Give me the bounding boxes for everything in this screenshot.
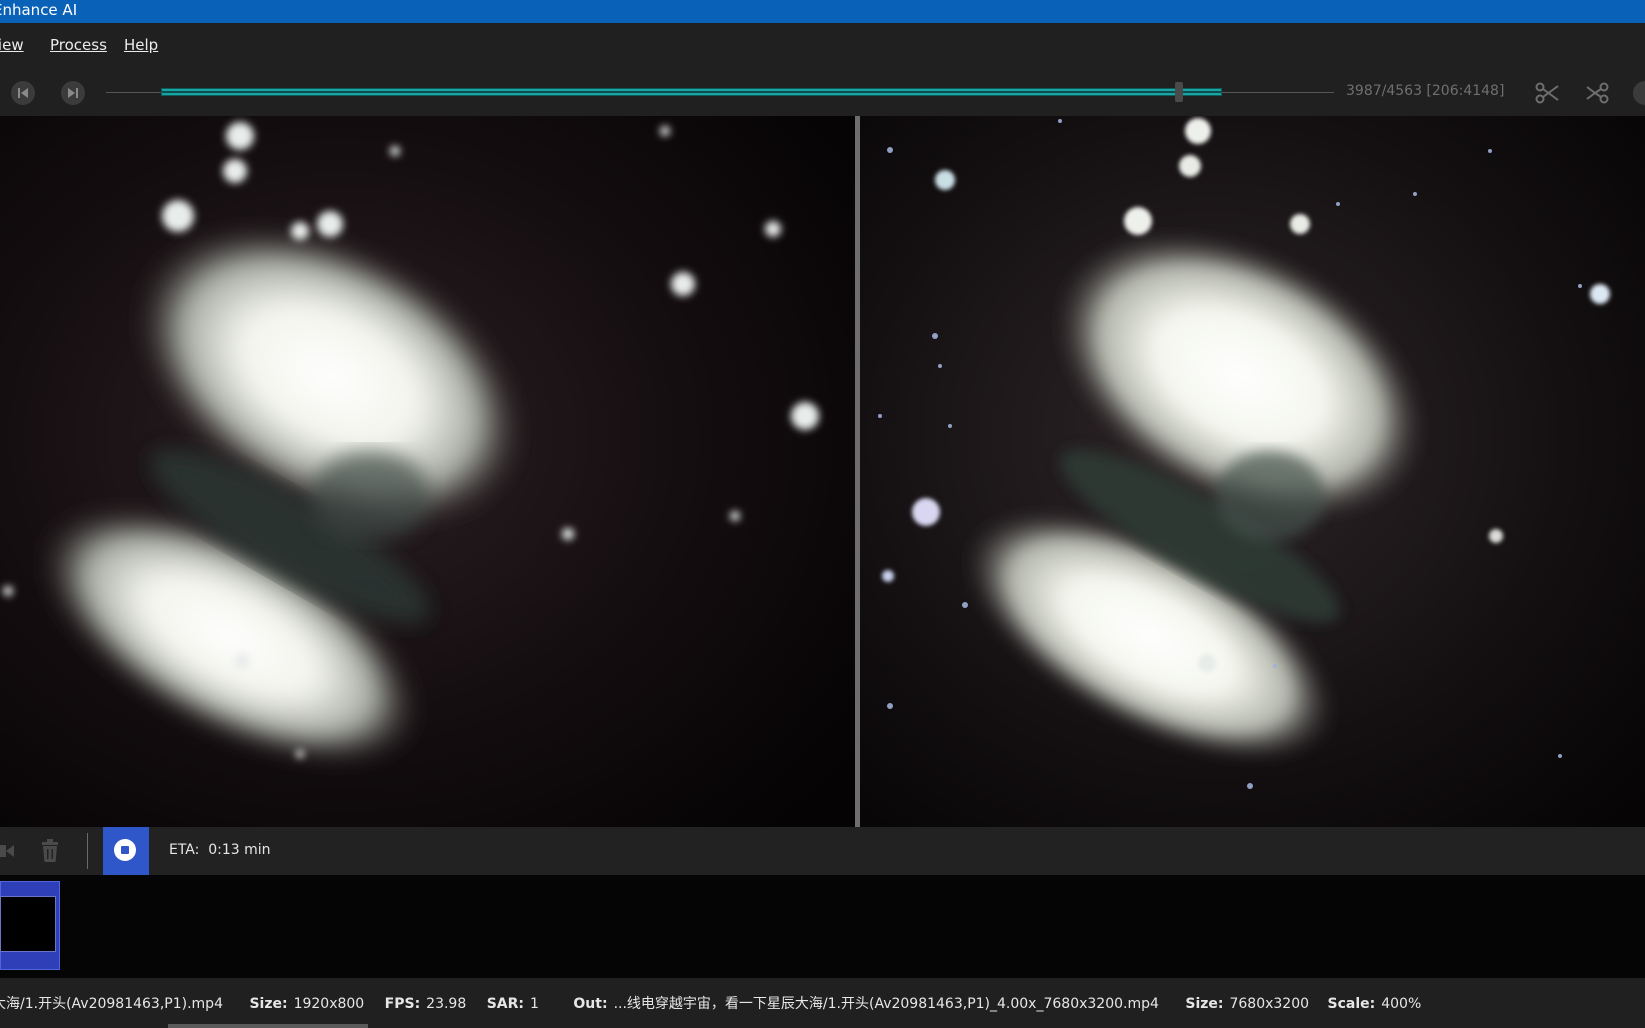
comparison-viewer	[0, 116, 1645, 827]
process-control-bar: ETA: 0:13 min	[0, 827, 1645, 875]
output-path: ...线电穿越宇宙，看一下星辰大海/1.开头(Av20981463,P1)_4.…	[613, 996, 1159, 1012]
enhanced-preview	[860, 116, 1645, 827]
more-button[interactable]	[1633, 81, 1645, 105]
menu-help[interactable]: Help	[124, 36, 158, 54]
scale-value: 400%	[1381, 996, 1422, 1012]
video-queue	[0, 875, 1645, 978]
input-size-label: Size:	[249, 996, 288, 1012]
frame-counter: 3987/4563 [206:4148]	[1346, 83, 1505, 99]
eta-value: 0:13 min	[208, 842, 271, 858]
eta-label: ETA:	[169, 842, 200, 858]
enhanced-frame-image	[860, 116, 1645, 827]
skip-back-button[interactable]	[11, 81, 35, 105]
stop-button[interactable]	[103, 827, 149, 875]
menu-bar: View Process Help	[0, 23, 1645, 69]
status-bar: 大海/1.开头(Av20981463,P1).mp4 Size: 1920x800…	[0, 978, 1645, 1028]
original-frame-image	[0, 116, 855, 827]
input-size-value: 1920x800	[293, 996, 365, 1012]
scale-label: Scale:	[1327, 996, 1376, 1012]
title-bar: Enhance AI	[0, 0, 1645, 23]
queue-item-thumbnail[interactable]	[0, 881, 60, 970]
output-size-label: Size:	[1185, 996, 1224, 1012]
toolbar-separator	[87, 833, 88, 869]
original-preview	[0, 116, 855, 827]
scissors-icon[interactable]	[1534, 81, 1560, 105]
menu-view[interactable]: View	[0, 36, 24, 54]
timeline-selection-range[interactable]	[161, 88, 1223, 96]
horizontal-scrollbar[interactable]	[168, 1024, 368, 1028]
out-label: Out:	[573, 996, 608, 1012]
skip-forward-button[interactable]	[61, 81, 85, 105]
skip-back-icon	[18, 88, 28, 98]
fps-label: FPS:	[384, 996, 421, 1012]
input-path: 大海/1.开头(Av20981463,P1).mp4	[0, 996, 223, 1012]
thumbnail-image	[0, 896, 56, 952]
split-icon[interactable]	[1585, 81, 1611, 105]
output-size-value: 7680x3200	[1229, 996, 1310, 1012]
fps-value: 23.98	[426, 996, 467, 1012]
sar-value: 1	[530, 996, 539, 1012]
sar-label: SAR:	[486, 996, 525, 1012]
eta-display: ETA: 0:13 min	[169, 842, 271, 858]
window-title: Enhance AI	[0, 1, 78, 19]
stop-icon	[114, 839, 136, 861]
timeline-bar: 3987/4563 [206:4148]	[0, 69, 1645, 116]
menu-process[interactable]: Process	[50, 36, 107, 54]
timeline-playhead[interactable]	[1174, 82, 1183, 102]
video-icon[interactable]	[0, 839, 16, 863]
skip-forward-icon	[68, 88, 78, 98]
trash-icon[interactable]	[38, 839, 62, 863]
